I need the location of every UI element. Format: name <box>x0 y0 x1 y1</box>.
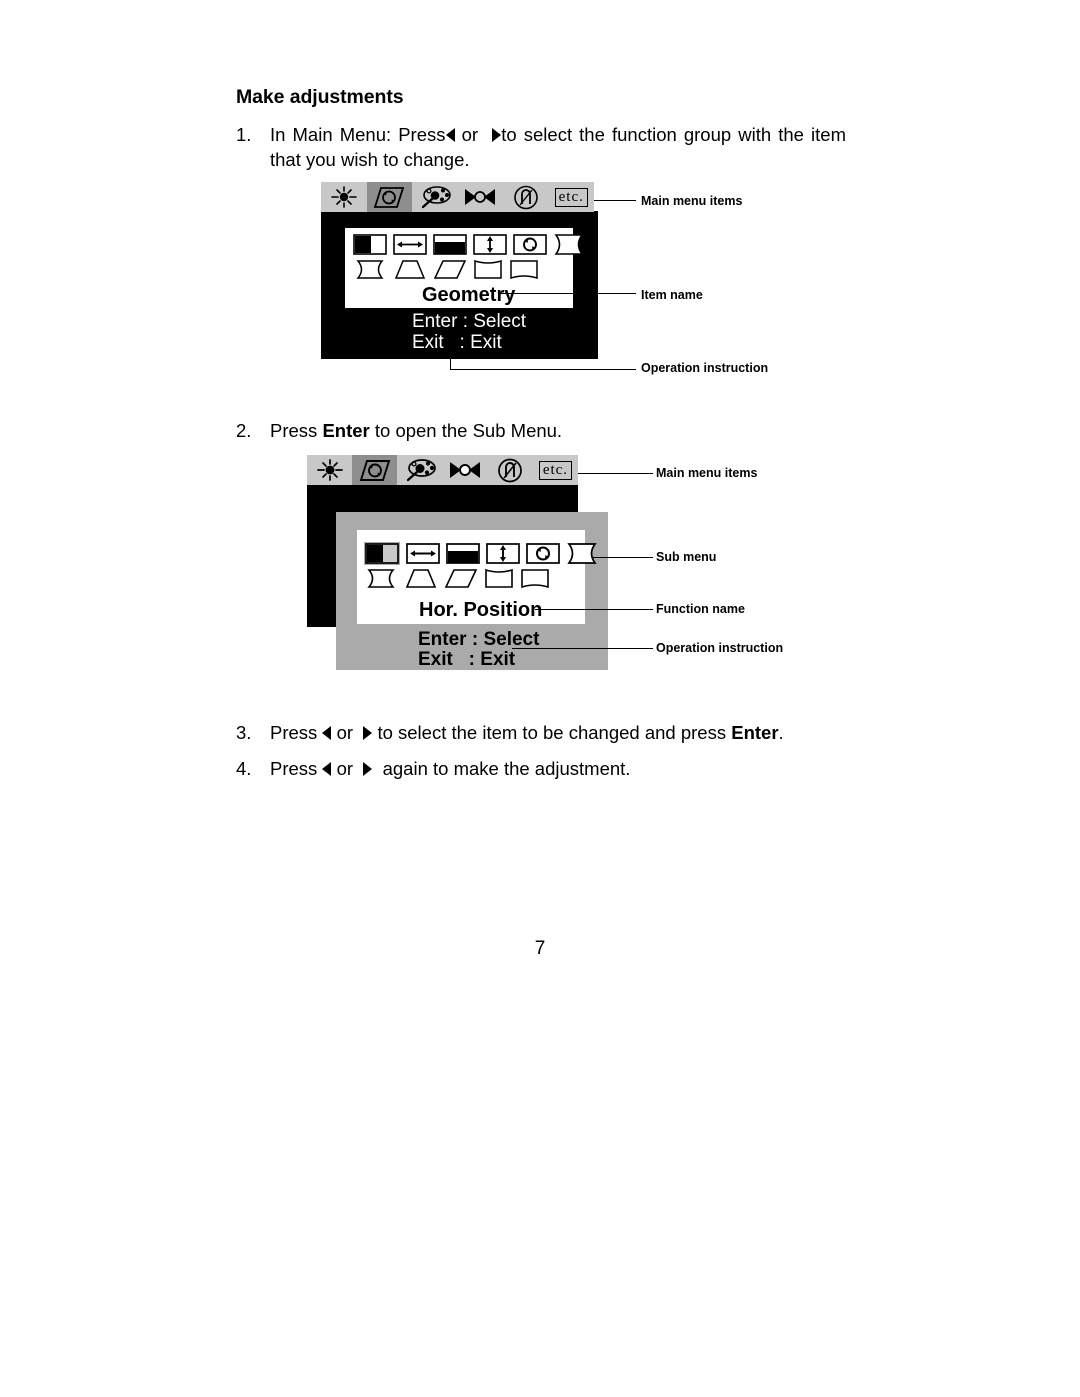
step-3-period: . <box>778 722 784 743</box>
osd1-pincushion-icon[interactable] <box>553 234 585 255</box>
step-3-text-before: Press <box>270 722 318 743</box>
osd2-callout-sub-menu: Sub menu <box>656 550 717 564</box>
step-3-or: or <box>336 722 354 743</box>
osd2-instruction-line-2: Exit : Exit <box>418 649 516 670</box>
osd1-icon-convergence[interactable] <box>458 182 504 212</box>
step-4-text-before: Press <box>270 758 318 779</box>
osd2-main-menu-bar[interactable]: etc. <box>307 455 578 485</box>
step-4-text-after: again to make the adjustment. <box>382 758 631 779</box>
step-3-bold-enter: Enter <box>731 722 779 743</box>
osd1-callout-item-name: Item name <box>641 288 703 302</box>
right-arrow-icon <box>492 128 502 142</box>
osd1-icon-brightness-contrast[interactable] <box>321 182 367 212</box>
osd2-v-position-icon[interactable] <box>446 542 480 564</box>
step-2-text-after: to open the Sub Menu. <box>374 420 563 441</box>
osd1-instruction-line-1: Enter : Select <box>412 311 527 332</box>
osd2-pin-balance-icon[interactable] <box>364 568 398 589</box>
osd2-callout-function-name: Function name <box>656 602 745 616</box>
left-arrow-icon <box>445 128 455 142</box>
osd1-icon-degauss[interactable] <box>503 182 549 212</box>
osd1-etc-label: etc. <box>554 187 588 207</box>
osd1-pin-balance-icon[interactable] <box>353 259 387 280</box>
step-1-number: 1. <box>236 124 252 145</box>
osd2-leader-function-name <box>535 609 653 610</box>
document-page: Make adjustments 1. In Main Menu: Press … <box>0 0 1080 1397</box>
osd2-leader-operation-instruction <box>512 648 653 649</box>
step-1: 1. In Main Menu: Press or to select the … <box>236 122 846 172</box>
step-2-body: Press Enter to open the Sub Menu. <box>270 418 796 443</box>
osd1-leader-main-menu <box>594 200 636 201</box>
step-4: 4. Press or again to make the adjustment… <box>236 756 836 781</box>
step-3-text-mid: to select the item to be changed and pre… <box>377 722 727 743</box>
osd1-item-name: Geometry <box>422 284 516 306</box>
osd2-icon-degauss[interactable] <box>488 455 533 485</box>
step-2-number: 2. <box>236 420 252 441</box>
osd2-v-size-icon[interactable] <box>486 542 520 564</box>
step-1-or: or <box>461 124 479 145</box>
osd2-icon-brightness-contrast[interactable] <box>307 455 352 485</box>
osd2-parallelogram-icon[interactable] <box>444 568 478 589</box>
osd2-icon-color-palette[interactable] <box>397 455 442 485</box>
step-4-body: Press or again to make the adjustment. <box>270 756 836 781</box>
step-3-number: 3. <box>236 722 252 743</box>
osd1-callout-operation-instruction: Operation instruction <box>641 361 769 375</box>
osd1-icon-geometry[interactable] <box>366 182 412 212</box>
osd1-leader-op-h <box>450 369 636 370</box>
step-3: 3. Press or to select the item to be cha… <box>236 720 836 745</box>
step-2: 2. Press Enter to open the Sub Menu. <box>236 418 796 443</box>
osd2-icon-convergence[interactable] <box>443 455 488 485</box>
osd1-leader-item-name <box>500 293 636 294</box>
left-arrow-icon <box>322 726 332 740</box>
osd2-pincushion-icon[interactable] <box>566 542 598 564</box>
osd2-bottom-corner-icon[interactable] <box>520 568 550 589</box>
osd2-geometry-icon-grid[interactable] <box>361 540 597 591</box>
step-2-bold-enter: Enter <box>322 420 370 441</box>
osd2-rotation-icon[interactable] <box>526 542 560 564</box>
osd1-h-position-icon[interactable] <box>353 234 387 255</box>
osd1-parallelogram-icon[interactable] <box>433 259 467 280</box>
osd1-instruction-line-2: Exit : Exit <box>412 332 502 353</box>
osd2-etc-label: etc. <box>538 460 573 480</box>
step-2-text-before: Press <box>270 420 318 441</box>
osd1-trapezoid-icon[interactable] <box>393 259 427 280</box>
osd1-icon-color-palette[interactable] <box>412 182 458 212</box>
step-1-body: In Main Menu: Press or to select the fun… <box>270 122 846 172</box>
osd2-function-name: Hor. Position <box>419 599 543 621</box>
osd1-v-position-icon[interactable] <box>433 234 467 255</box>
osd1-icon-etc[interactable]: etc. <box>549 182 595 212</box>
page-title: Make adjustments <box>236 86 404 108</box>
osd1-top-corner-icon[interactable] <box>473 259 503 280</box>
osd1-main-menu-bar[interactable]: etc. <box>321 182 594 212</box>
osd2-top-corner-icon[interactable] <box>484 568 514 589</box>
step-4-number: 4. <box>236 758 252 779</box>
step-3-body: Press or to select the item to be change… <box>270 720 836 745</box>
page-number: 7 <box>534 938 546 959</box>
osd2-icon-etc[interactable]: etc. <box>533 455 578 485</box>
osd2-h-size-icon[interactable] <box>406 542 440 564</box>
osd1-geometry-icon-grid[interactable] <box>349 232 584 281</box>
osd2-leader-main-menu <box>578 473 653 474</box>
left-arrow-icon <box>322 762 332 776</box>
right-arrow-icon <box>363 726 373 740</box>
osd1-v-size-icon[interactable] <box>473 234 507 255</box>
osd1-callout-main-menu-items: Main menu items <box>641 194 743 208</box>
osd2-leader-sub-menu <box>592 557 653 558</box>
osd1-rotation-icon[interactable] <box>513 234 547 255</box>
osd2-trapezoid-icon[interactable] <box>404 568 438 589</box>
osd2-icon-geometry[interactable] <box>352 455 398 485</box>
osd2-h-position-icon-selected[interactable] <box>364 541 400 565</box>
osd1-h-size-icon[interactable] <box>393 234 427 255</box>
step-4-or: or <box>336 758 354 779</box>
osd2-callout-main-menu-items: Main menu items <box>656 466 758 480</box>
osd1-bottom-corner-icon[interactable] <box>509 259 539 280</box>
step-1-text-before: In Main Menu: Press <box>270 124 446 145</box>
right-arrow-icon <box>363 762 373 776</box>
osd2-callout-operation-instruction: Operation instruction <box>656 641 784 655</box>
